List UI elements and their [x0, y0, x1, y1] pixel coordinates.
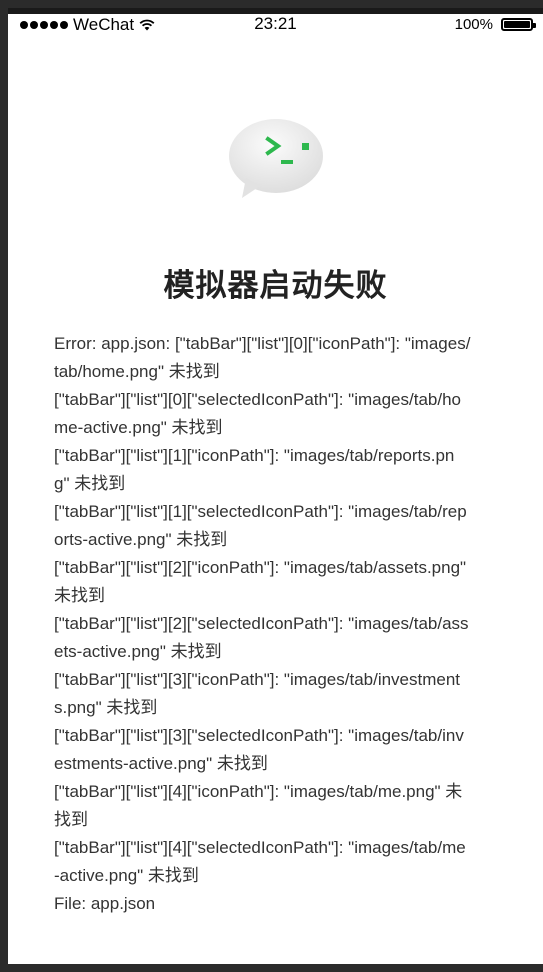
error-message-line: ["tabBar"]["list"][2]["selectedIconPath"… [54, 614, 469, 633]
error-message-line: me-active.png" 未找到 [54, 418, 223, 437]
error-message-line: g" 未找到 [54, 474, 126, 493]
error-message-line: ["tabBar"]["list"][1]["iconPath"]: "imag… [54, 446, 455, 465]
simulator-screen: WeChat 23:21 100% 模拟器启动失败 Error: app.jso… [8, 8, 543, 964]
simulator-error-logo-icon [229, 119, 323, 198]
battery-icon [501, 18, 536, 31]
error-message: Error: app.json: ["tabBar"]["list"][0]["… [54, 330, 500, 918]
error-message-line: s.png" 未找到 [54, 698, 158, 717]
error-message-line: ["tabBar"]["list"][4]["selectedIconPath"… [54, 838, 466, 857]
error-message-line: ["tabBar"]["list"][3]["selectedIconPath"… [54, 726, 464, 745]
status-bar-right: 100% [454, 16, 536, 33]
error-message-line: ["tabBar"]["list"][2]["iconPath"]: "imag… [54, 558, 467, 577]
error-message-line: 未找到 [54, 586, 105, 605]
error-message-line: -active.png" 未找到 [54, 866, 199, 885]
error-title: 模拟器启动失败 [163, 268, 388, 303]
error-message-line: Error: app.json: ["tabBar"]["list"][0]["… [54, 334, 471, 353]
error-message-line: ["tabBar"]["list"][0]["selectedIconPath"… [54, 390, 462, 409]
error-message-line: ["tabBar"]["list"][3]["iconPath"]: "imag… [54, 670, 461, 689]
status-bar: WeChat 23:21 100% [8, 14, 543, 44]
error-message-line: estments-active.png" 未找到 [54, 754, 268, 773]
error-message-line: 找到 [54, 810, 88, 829]
error-message-line: ["tabBar"]["list"][1]["selectedIconPath"… [54, 502, 467, 521]
error-message-line: orts-active.png" 未找到 [54, 530, 228, 549]
error-message-line: tab/home.png" 未找到 [54, 362, 220, 381]
error-message-line: ets-active.png" 未找到 [54, 642, 222, 661]
error-message-line: File: app.json [54, 894, 156, 913]
battery-percent: 100% [454, 16, 493, 33]
error-message-line: ["tabBar"]["list"][4]["iconPath"]: "imag… [54, 782, 463, 801]
